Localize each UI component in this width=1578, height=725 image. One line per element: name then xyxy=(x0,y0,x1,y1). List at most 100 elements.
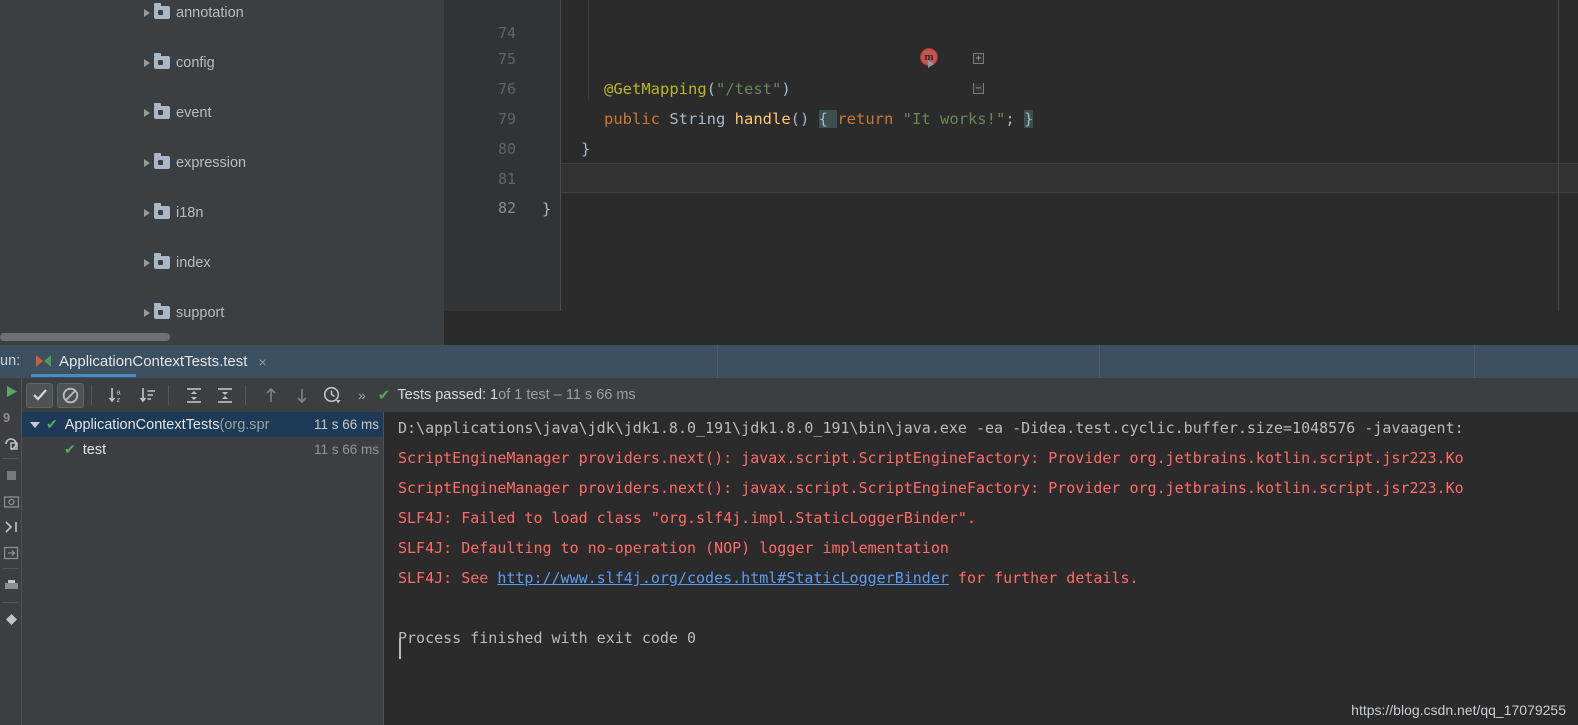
tree-row[interactable]: expression xyxy=(0,150,444,175)
run-test-icon xyxy=(36,354,51,369)
tree-row[interactable]: config xyxy=(0,50,444,75)
code-line: 82 xyxy=(444,163,1578,217)
expand-arrow-icon[interactable] xyxy=(140,8,154,17)
folder-icon xyxy=(154,203,170,219)
auto-test-icon[interactable] xyxy=(2,434,20,452)
tree-item-label: i18n xyxy=(176,204,204,221)
collapse-all-button[interactable] xyxy=(211,383,238,408)
code-line: 80 xyxy=(444,104,1578,158)
ide-window: annotation config event expression i18n xyxy=(0,0,1578,725)
watermark-text: https://blog.csdn.net/qq_17079255 xyxy=(1351,702,1566,718)
tree-row[interactable]: event xyxy=(0,100,444,125)
project-tree-horizontal-scrollbar[interactable] xyxy=(0,332,444,341)
run-tab-bar[interactable]: un: ApplicationContextTests.test × xyxy=(0,345,1578,378)
toolbar-divider xyxy=(3,568,18,569)
sort-by-duration-button[interactable] xyxy=(134,383,161,408)
tree-item-label: event xyxy=(176,104,212,121)
expand-arrow-icon[interactable] xyxy=(140,158,154,167)
tests-passed-count: Tests passed: 1 xyxy=(397,387,499,403)
test-status-bar: » ✔ Tests passed: 1 of 1 test – 11 s 66 … xyxy=(358,386,636,404)
test-duration: 11 s 66 ms xyxy=(313,442,379,457)
expand-arrow-icon[interactable] xyxy=(140,108,154,117)
expand-arrow-icon[interactable] xyxy=(140,308,154,317)
collapse-caret-icon[interactable] xyxy=(30,421,40,428)
next-failed-button[interactable] xyxy=(288,383,315,408)
folder-icon xyxy=(154,303,170,319)
svg-text:9: 9 xyxy=(3,410,10,425)
console-line: ScriptEngineManager providers.next(): ja… xyxy=(398,479,1464,497)
fold-expand-icon[interactable]: + xyxy=(973,53,984,64)
expand-all-button[interactable] xyxy=(180,383,207,408)
expand-arrow-icon[interactable] xyxy=(140,208,154,217)
console-line: Process finished with exit code 0 xyxy=(398,629,697,647)
previous-failed-button[interactable] xyxy=(257,383,284,408)
show-passed-button[interactable] xyxy=(26,382,53,408)
console-line: SLF4J: Failed to load class "org.slf4j.i… xyxy=(398,509,976,527)
test-runner-toolbar[interactable]: a z » ✔ Tests passed: 1 of 1 test – 11 s… xyxy=(22,378,1578,412)
scrollbar-thumb[interactable] xyxy=(0,333,170,341)
stop-icon[interactable] xyxy=(2,466,20,484)
code-line: 75 @GetMapping("/test") xyxy=(444,14,1578,98)
tree-item-label: expression xyxy=(176,154,247,171)
top-area: annotation config event expression i18n xyxy=(0,0,1578,345)
sort-alphabetically-button[interactable]: a z xyxy=(103,383,130,408)
editor-bottom-filler xyxy=(444,311,1578,345)
play-icon[interactable] xyxy=(2,382,20,400)
console-link[interactable]: http://www.slf4j.org/codes.html#StaticLo… xyxy=(497,569,949,587)
run-window-label: un: xyxy=(0,353,21,369)
code-line: 81 } xyxy=(444,134,1578,218)
test-history-button[interactable] xyxy=(319,383,346,408)
toolbar-divider xyxy=(3,458,18,459)
tree-item-label: config xyxy=(176,54,215,71)
export-icon[interactable] xyxy=(2,544,20,562)
diamond-icon[interactable] xyxy=(2,610,20,628)
restart-icon[interactable] xyxy=(2,518,20,536)
test-class-package: (org.spr xyxy=(219,416,270,433)
test-tree-row-method[interactable]: ✔ test 11 s 66 ms xyxy=(22,437,383,462)
expand-arrow-icon[interactable] xyxy=(140,258,154,267)
run-tab-cell xyxy=(718,345,1100,378)
fold-collapse-icon[interactable]: − xyxy=(973,83,984,94)
console-line-prefix: SLF4J: See xyxy=(398,569,498,587)
test-passed-icon: ✔ xyxy=(46,416,58,432)
code-text: } xyxy=(542,200,552,218)
editor-text-area[interactable]: 74 75 @GetMapping("/test") 76 public Str… xyxy=(444,0,1578,311)
test-duration: 11 s 66 ms xyxy=(313,417,379,432)
console-line: D:\applications\java\jdk\jdk1.8.0_191\jd… xyxy=(398,419,1464,437)
camera-icon[interactable] xyxy=(2,492,20,510)
console-line: SLF4J: See http://www.slf4j.org/codes.ht… xyxy=(398,563,1139,593)
toolbar-divider xyxy=(245,385,246,405)
code-editor[interactable]: 74 75 @GetMapping("/test") 76 public Str… xyxy=(444,0,1578,345)
svg-text:z: z xyxy=(116,395,120,404)
expand-arrow-icon[interactable] xyxy=(140,58,154,67)
console-line: SLF4J: Defaulting to no-operation (NOP) … xyxy=(398,539,949,557)
rerun-failed-icon[interactable]: 9 xyxy=(2,408,20,426)
run-tool-window: un: ApplicationContextTests.test × 9 a z… xyxy=(0,345,1578,725)
console-line-suffix: for further details. xyxy=(948,569,1139,587)
console-output[interactable]: D:\applications\java\jdk\jdk1.8.0_191\jd… xyxy=(384,412,1578,725)
test-tree-row-class[interactable]: ✔ ApplicationContextTests (org.spr 11 s … xyxy=(22,412,383,437)
toolbar-divider xyxy=(168,385,169,405)
tree-row[interactable]: i18n xyxy=(0,200,444,225)
tree-item-label: annotation xyxy=(176,4,244,21)
close-icon[interactable]: × xyxy=(258,354,266,370)
tree-row[interactable]: annotation xyxy=(0,0,444,25)
tree-row[interactable]: support xyxy=(0,300,444,325)
test-method-name: test xyxy=(82,441,107,458)
project-tree-panel[interactable]: annotation config event expression i18n xyxy=(0,0,444,345)
code-line: 79 } xyxy=(444,74,1578,158)
toolbar-divider xyxy=(91,385,92,405)
tree-item-label: support xyxy=(176,304,225,321)
line-number: 82 xyxy=(497,199,516,217)
print-icon[interactable] xyxy=(2,576,20,594)
test-results-tree[interactable]: ✔ ApplicationContextTests (org.spr 11 s … xyxy=(22,412,383,725)
run-side-toolbar[interactable]: 9 xyxy=(0,378,22,725)
test-class-name: ApplicationContextTests xyxy=(64,416,220,433)
folder-icon xyxy=(154,53,170,69)
folder-icon xyxy=(154,103,170,119)
console-line: ScriptEngineManager providers.next(): ja… xyxy=(398,449,1464,467)
hide-ignored-button[interactable] xyxy=(57,382,84,408)
toolbar-overflow-icon[interactable]: » xyxy=(358,387,366,403)
tree-row[interactable]: index xyxy=(0,250,444,275)
run-tab-cell xyxy=(1100,345,1475,378)
